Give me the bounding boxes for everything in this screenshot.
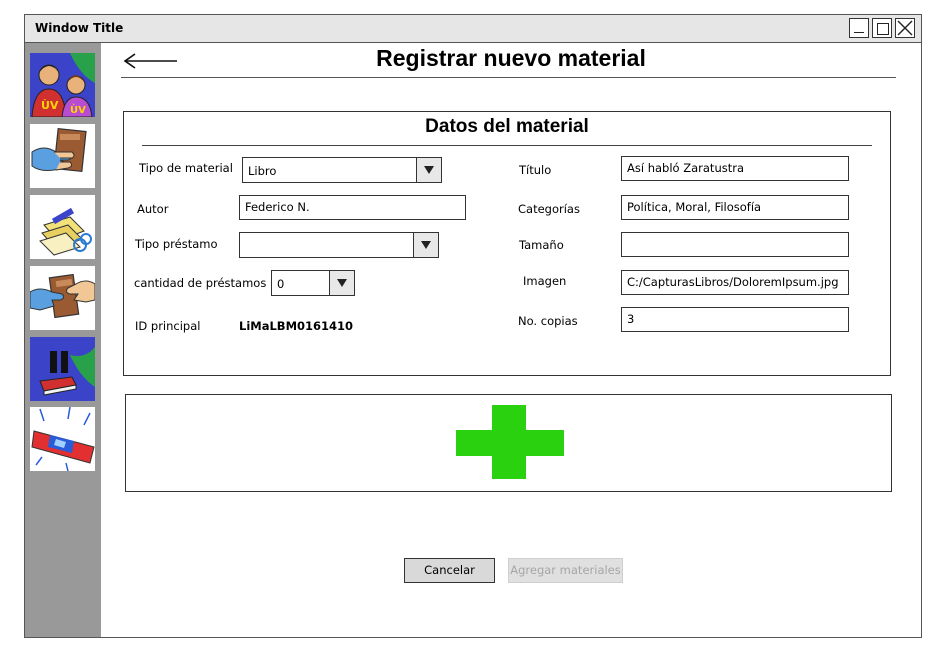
copias-field[interactable]: 3 (621, 307, 849, 332)
chevron-down-icon[interactable] (416, 158, 441, 182)
close-icon (897, 20, 913, 36)
tipo-material-select[interactable]: Libro (242, 157, 442, 183)
titulo-field[interactable]: Así habló Zaratustra (621, 156, 849, 181)
minimize-button[interactable] (849, 18, 869, 38)
categorias-label: Categorías (518, 202, 580, 216)
book-exchange-icon (30, 266, 95, 330)
sidebar: ÙV ÙV (25, 43, 101, 637)
page-title: Registrar nuevo material (376, 45, 646, 71)
add-materials-button[interactable]: Agregar materiales (508, 558, 623, 583)
add-material-panel (125, 394, 892, 492)
close-button[interactable] (895, 18, 915, 38)
tamano-label: Tamaño (519, 238, 564, 252)
sidebar-item-catalog[interactable] (30, 195, 95, 259)
cancel-button[interactable]: Cancelar (404, 558, 495, 583)
siren-alert-icon (30, 407, 95, 471)
title-bar: Window Title (25, 15, 921, 43)
sidebar-item-alerts[interactable] (30, 407, 95, 471)
id-principal-label: ID principal (135, 319, 201, 333)
panel-divider (142, 145, 872, 146)
panel-title: Datos del material (425, 116, 589, 137)
maximize-button[interactable] (872, 18, 892, 38)
id-principal-value: LiMaLBM0161410 (239, 319, 354, 333)
categorias-field[interactable]: Política, Moral, Filosofía (621, 195, 849, 220)
chevron-down-icon[interactable] (413, 233, 438, 257)
sidebar-item-suspend[interactable] (30, 337, 95, 401)
cantidad-prestamos-value: 0 (277, 277, 285, 291)
imagen-label: Imagen (523, 274, 567, 288)
autor-label: Autor (137, 202, 169, 216)
window-title: Window Title (35, 21, 124, 35)
main-content: Registrar nuevo material Datos del mater… (101, 43, 921, 637)
users-icon: ÙV ÙV (30, 53, 95, 117)
svg-text:ÙV: ÙV (41, 99, 59, 112)
tamano-field[interactable] (621, 232, 849, 257)
plus-horizontal-bar (456, 430, 564, 456)
library-cards-icon (30, 195, 95, 259)
imagen-field[interactable]: C:/CapturasLibros/DoloremIpsum.jpg (621, 270, 849, 295)
cantidad-prestamos-label: cantidad de préstamos (134, 276, 267, 290)
chevron-down-icon[interactable] (329, 271, 354, 295)
tipo-prestamo-select[interactable] (239, 232, 439, 258)
titulo-label: Título (519, 163, 552, 177)
tipo-prestamo-label: Tipo préstamo (135, 237, 218, 251)
back-arrow-icon[interactable] (123, 51, 179, 71)
autor-field[interactable]: Federico N. (239, 195, 466, 220)
sidebar-item-users[interactable]: ÙV ÙV (30, 53, 95, 117)
title-divider (121, 77, 896, 78)
app-window: Window Title ÙV ÙV Registrar nuevo mater… (24, 14, 922, 638)
tipo-material-label: Tipo de material (139, 161, 233, 175)
sidebar-item-loan[interactable] (30, 124, 95, 188)
svg-text:ÙV: ÙV (70, 103, 86, 116)
material-data-panel: Datos del material Tipo de material Libr… (123, 111, 891, 376)
pause-book-icon (30, 337, 95, 401)
cantidad-prestamos-select[interactable]: 0 (271, 270, 355, 296)
sidebar-item-return[interactable] (30, 266, 95, 330)
hand-book-icon (30, 124, 95, 188)
tipo-material-value: Libro (248, 164, 277, 178)
copias-label: No. copias (518, 314, 578, 328)
plus-icon[interactable] (456, 405, 564, 479)
